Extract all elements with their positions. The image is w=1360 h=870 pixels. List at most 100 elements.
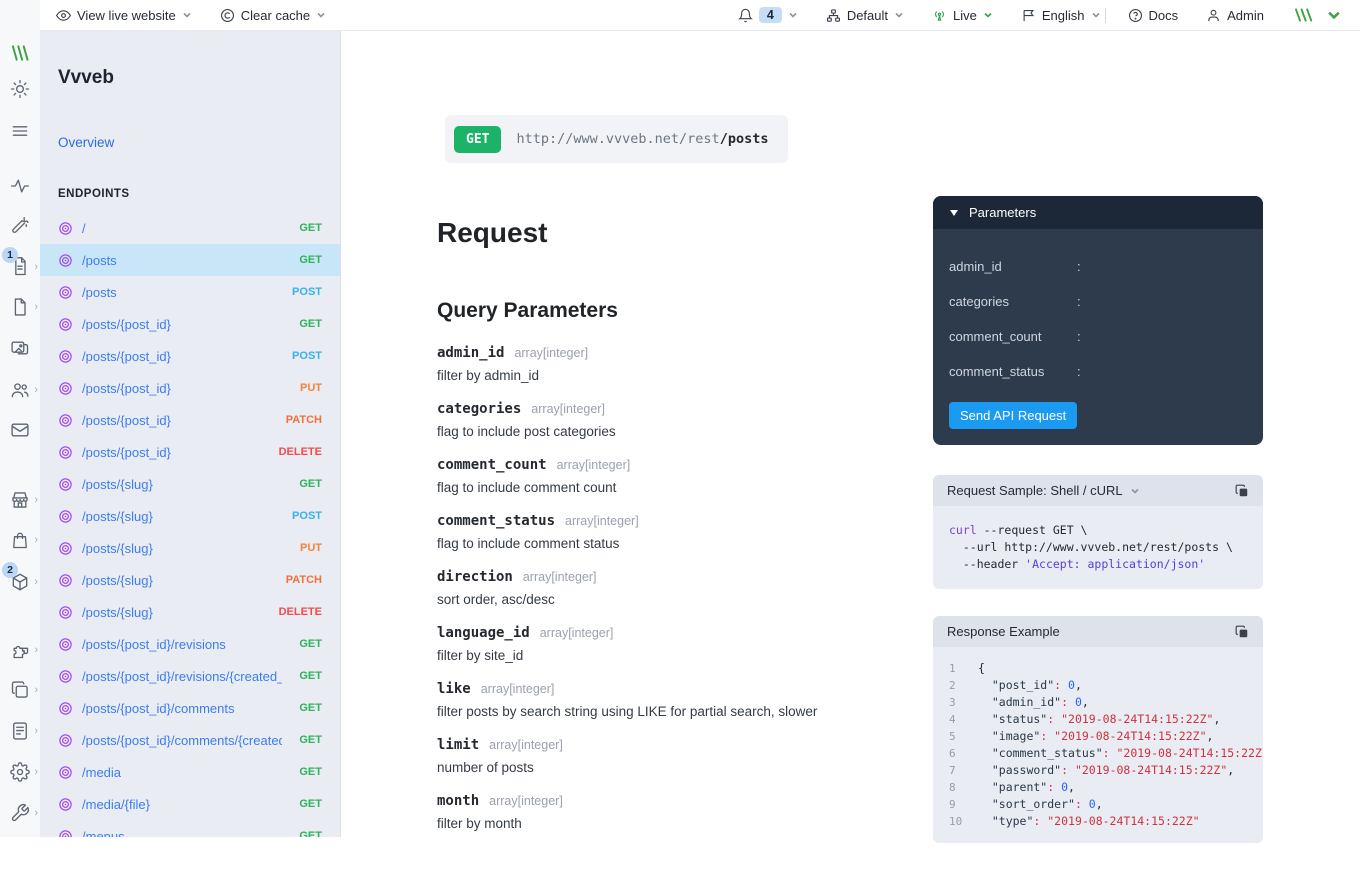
help-circle-icon	[1128, 8, 1143, 23]
docs-label: Docs	[1148, 7, 1179, 23]
top-bar: View live website Clear cache 4 Default …	[40, 0, 1360, 31]
endpoint-target-icon	[58, 765, 73, 780]
docs-link[interactable]: Docs	[1128, 7, 1179, 23]
users-icon[interactable]: ›	[0, 380, 40, 400]
parameter-type: array[integer]	[556, 458, 631, 472]
endpoint-item[interactable]: /posts/{post_id} PUT	[40, 372, 340, 404]
endpoint-item[interactable]: /posts/{post_id} PATCH	[40, 404, 340, 436]
parameter-description: filter by admin_id	[437, 368, 540, 383]
endpoint-item[interactable]: /media GET	[40, 756, 340, 788]
chevron-right-icon: ›	[34, 766, 38, 778]
endpoint-item[interactable]: /posts/{post_id}/revisions/{created_at} G…	[40, 660, 340, 692]
endpoint-path: /posts/{slug}	[82, 508, 153, 524]
plugins-icon[interactable]: ›	[0, 640, 40, 660]
request-heading: Request	[437, 216, 548, 248]
theme-sun-icon[interactable]	[0, 79, 40, 99]
endpoint-method-badge: PUT	[300, 542, 322, 554]
request-sample-title[interactable]: Request Sample: Shell / cURL	[947, 483, 1123, 498]
endpoint-target-icon	[58, 733, 73, 748]
themes-icon[interactable]: ›	[0, 680, 40, 700]
endpoint-method-badge: DELETE	[278, 446, 322, 458]
field-colon: :	[1077, 364, 1081, 379]
endpoint-path: /posts/{post_id}/revisions/{created_at}	[82, 668, 283, 684]
sitemap-icon	[826, 8, 841, 23]
vvveb-menu[interactable]	[1292, 7, 1346, 23]
endpoint-target-icon	[58, 381, 73, 396]
language-selector[interactable]: English	[1021, 8, 1101, 23]
vvveb-logo-icon	[1292, 7, 1316, 23]
response-example-title: Response Example	[947, 624, 1060, 639]
send-api-request-button[interactable]: Send API Request	[949, 402, 1078, 429]
site-selector-label: Default	[846, 7, 889, 23]
view-live-website-button[interactable]: View live website	[56, 8, 192, 23]
api-parameter-field[interactable]: comment_count:	[949, 319, 1247, 354]
api-parameter-field[interactable]: admin_id:	[949, 249, 1247, 284]
query-parameter: like array[integer] filter posts by search…	[437, 681, 997, 722]
parameter-name: comment_status	[437, 513, 556, 529]
endpoint-item[interactable]: /posts/{slug} GET	[40, 468, 340, 500]
store-icon[interactable]: ›	[0, 490, 40, 510]
copy-icon[interactable]	[1235, 484, 1249, 498]
response-example-panel: Response Example 1{2 "post_id": 0, 3 "adm…	[933, 616, 1263, 843]
chevron-down-icon	[1091, 10, 1101, 20]
endpoint-method-badge: PUT	[300, 382, 322, 394]
api-parameter-field[interactable]: categories:	[949, 284, 1247, 319]
tools-icon[interactable]: ›	[0, 803, 40, 823]
settings-icon[interactable]: ›	[0, 762, 40, 782]
endpoint-item[interactable]: /media/{file} GET	[40, 788, 340, 820]
products-icon[interactable]: 2 ›	[0, 562, 40, 592]
parameter-description: number of posts	[437, 760, 534, 775]
admin-user-menu[interactable]: Admin	[1206, 8, 1264, 23]
forms-icon[interactable]: ›	[0, 721, 40, 741]
chevron-down-icon	[983, 10, 993, 20]
collapse-triangle-icon	[950, 209, 958, 216]
chevron-down-icon	[894, 10, 904, 20]
endpoint-item[interactable]: /posts/{slug} POST	[40, 500, 340, 532]
endpoint-item[interactable]: /posts/{post_id}/comments GET	[40, 692, 340, 724]
endpoint-item[interactable]: /posts/{slug} PUT	[40, 532, 340, 564]
endpoint-item[interactable]: / GET	[40, 212, 340, 244]
site-selector[interactable]: Default	[826, 8, 904, 23]
curl-code-block: curl --request GET \ --url http://www.vv…	[933, 506, 1263, 589]
copy-icon[interactable]	[1235, 625, 1249, 639]
parameters-panel-header[interactable]: Parameters	[933, 196, 1263, 229]
field-label: comment_count	[949, 329, 1042, 344]
flag-icon	[1021, 8, 1036, 23]
api-parameter-field[interactable]: comment_status:	[949, 354, 1247, 389]
endpoint-item[interactable]: /posts GET	[40, 244, 340, 276]
endpoint-item[interactable]: /posts POST	[40, 276, 340, 308]
menu-icon[interactable]	[0, 121, 40, 141]
endpoint-item[interactable]: /posts/{post_id} DELETE	[40, 436, 340, 468]
endpoint-item[interactable]: /posts/{slug} DELETE	[40, 596, 340, 628]
chevron-down-icon	[182, 10, 192, 20]
endpoint-target-icon	[58, 445, 73, 460]
endpoint-item[interactable]: /posts/{post_id} GET	[40, 308, 340, 340]
endpoint-item[interactable]: /posts/{post_id}/comments/{created... GET	[40, 724, 340, 756]
vvveb-logo-icon[interactable]	[0, 43, 40, 63]
mail-icon[interactable]	[0, 420, 40, 440]
endpoint-path: /posts/{post_id}	[82, 380, 171, 396]
orders-icon[interactable]: ›	[0, 530, 40, 550]
media-icon[interactable]	[0, 338, 40, 358]
sidebar-item-overview[interactable]: Overview	[58, 135, 114, 150]
magic-wand-icon[interactable]	[0, 216, 40, 236]
endpoint-item[interactable]: /posts/{post_id} POST	[40, 340, 340, 372]
response-code-block: 1{2 "post_id": 0, 3 "admin_id": 0, 4 "stat…	[933, 647, 1263, 843]
endpoint-item[interactable]: /menus GET	[40, 820, 340, 837]
live-mode-selector[interactable]: Live	[932, 8, 993, 23]
rail-count-badge: 2	[2, 562, 18, 578]
endpoint-method-badge: PATCH	[285, 574, 322, 586]
pages-icon[interactable]: ›	[0, 297, 40, 317]
endpoint-item[interactable]: /posts/{post_id}/revisions GET	[40, 628, 340, 660]
live-broadcast-icon	[932, 8, 947, 23]
endpoint-path: /posts	[82, 284, 117, 300]
endpoint-item[interactable]: /posts/{slug} PATCH	[40, 564, 340, 596]
chevron-right-icon: ›	[34, 301, 38, 313]
posts-icon[interactable]: 1 ›	[0, 247, 40, 277]
notifications-button[interactable]: 4	[737, 7, 798, 23]
chevron-right-icon: ›	[34, 725, 38, 737]
query-parameter: comment_status array[integer] flag to incl…	[437, 513, 997, 554]
activity-icon[interactable]	[0, 176, 40, 196]
clear-cache-button[interactable]: Clear cache	[220, 8, 326, 23]
chevron-right-icon: ›	[34, 534, 38, 546]
